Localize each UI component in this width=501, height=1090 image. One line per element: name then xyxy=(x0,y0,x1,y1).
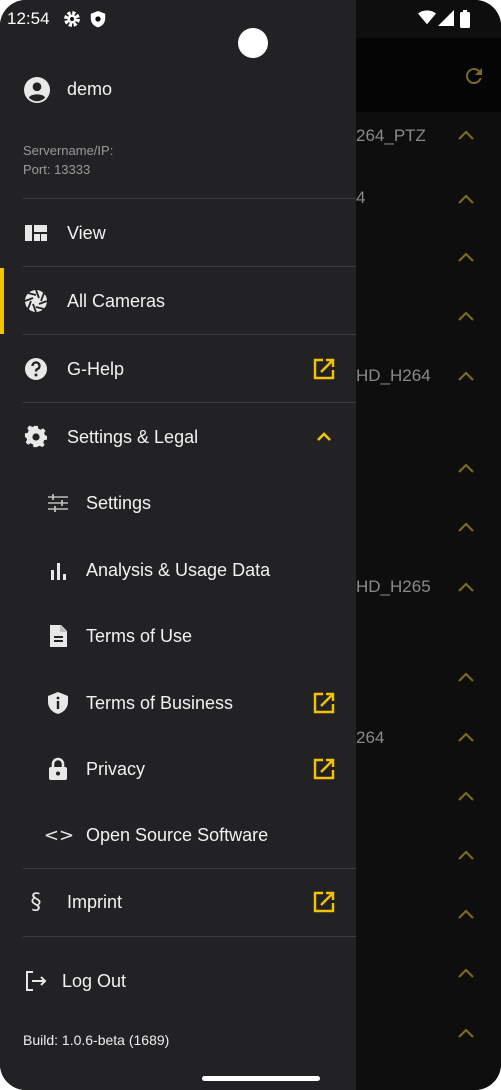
gear-icon xyxy=(64,11,80,27)
camera-name[interactable]: 264 xyxy=(356,728,384,748)
build-version: Build: 1.0.6-beta (1689) xyxy=(23,1032,170,1048)
section-sign-icon: § xyxy=(30,889,42,915)
server-name-label: Servername/IP: xyxy=(23,143,114,158)
menu-item-g-help[interactable]: G-Help xyxy=(0,339,356,399)
menu-item-label: Terms of Use xyxy=(86,625,193,646)
wifi-icon xyxy=(418,10,436,25)
menu-item-terms-of-business[interactable]: Terms of Business xyxy=(0,673,356,733)
menu-item-label: Analysis & Usage Data xyxy=(86,559,271,580)
chevron-up-icon[interactable] xyxy=(456,250,476,264)
chevron-up-icon[interactable] xyxy=(456,966,476,980)
external-link-icon xyxy=(313,891,335,913)
chevron-up-icon[interactable] xyxy=(456,730,476,744)
chevron-up-icon[interactable] xyxy=(456,461,476,475)
account-circle-icon xyxy=(24,77,50,103)
camera-name[interactable]: 4 xyxy=(356,188,365,208)
aperture-icon xyxy=(24,289,48,313)
menu-item-logout[interactable]: Log Out xyxy=(0,951,356,1011)
shield-icon xyxy=(90,11,106,28)
menu-item-analysis-usage[interactable]: Analysis & Usage Data xyxy=(0,540,356,600)
menu-item-label: Settings xyxy=(86,492,152,513)
lock-icon xyxy=(49,757,67,780)
chevron-up-icon[interactable] xyxy=(456,309,476,323)
view-grid-icon xyxy=(25,225,47,241)
menu-item-settings[interactable]: Settings xyxy=(0,473,356,533)
menu-item-label: Open Source Software xyxy=(86,824,269,845)
divider xyxy=(23,334,356,335)
chevron-up-icon[interactable] xyxy=(456,520,476,534)
chevron-up-icon xyxy=(317,432,331,441)
menu-item-terms-of-use[interactable]: Terms of Use xyxy=(0,606,356,666)
server-port-label: Port: 13333 xyxy=(23,162,91,177)
divider xyxy=(23,868,356,869)
code-brackets-icon: <> xyxy=(43,824,75,846)
front-camera-cutout xyxy=(238,28,268,58)
home-indicator[interactable] xyxy=(202,1076,320,1081)
divider xyxy=(23,266,356,267)
chevron-up-icon[interactable] xyxy=(456,670,476,684)
menu-item-label: Terms of Business xyxy=(86,692,234,713)
menu-item-label: Privacy xyxy=(86,758,146,779)
tune-sliders-icon xyxy=(48,494,68,512)
chevron-up-icon[interactable] xyxy=(456,1026,476,1040)
menu-item-label: Settings & Legal xyxy=(67,426,199,447)
divider xyxy=(23,198,356,199)
menu-item-label: View xyxy=(67,222,106,243)
divider xyxy=(23,936,356,937)
menu-item-settings-legal[interactable]: Settings & Legal xyxy=(0,407,356,467)
menu-item-label: Log Out xyxy=(62,970,127,991)
chevron-up-icon[interactable] xyxy=(456,907,476,921)
camera-name[interactable]: HD_H265 xyxy=(356,577,431,597)
camera-name[interactable]: HD_H264 xyxy=(356,366,431,386)
help-circle-icon xyxy=(25,358,47,380)
signal-icon xyxy=(438,10,454,26)
chevron-up-icon[interactable] xyxy=(456,580,476,594)
menu-item-privacy[interactable]: Privacy xyxy=(0,739,356,799)
logout-icon xyxy=(26,971,47,991)
gear-icon xyxy=(24,425,47,448)
menu-item-view[interactable]: View xyxy=(0,203,356,263)
menu-item-label: G-Help xyxy=(67,358,125,379)
battery-icon xyxy=(460,10,470,28)
menu-item-all-cameras[interactable]: All Cameras xyxy=(0,271,356,331)
menu-item-open-source[interactable]: <> Open Source Software xyxy=(0,805,356,865)
user-name: demo xyxy=(67,79,113,99)
chevron-up-icon[interactable] xyxy=(456,192,476,206)
chevron-up-icon[interactable] xyxy=(456,128,476,142)
menu-item-label: All Cameras xyxy=(67,290,166,311)
camera-name[interactable]: 264_PTZ xyxy=(356,126,426,146)
shield-info-icon xyxy=(48,692,68,714)
chevron-up-icon[interactable] xyxy=(456,789,476,803)
divider xyxy=(23,402,356,403)
external-link-icon xyxy=(313,758,335,780)
chevron-up-icon[interactable] xyxy=(456,369,476,383)
status-time: 12:54 xyxy=(7,9,50,28)
external-link-icon xyxy=(313,358,335,380)
phone-screen: 264_PTZ 4 HD_H264 HD_H265 264 demo Serve… xyxy=(0,0,501,1090)
navigation-drawer: demo Servername/IP: Port: 13333 View All… xyxy=(0,0,356,1090)
external-link-icon xyxy=(313,692,335,714)
document-icon xyxy=(50,625,67,647)
menu-item-imprint[interactable]: § Imprint xyxy=(0,872,356,932)
menu-item-label: Imprint xyxy=(67,891,123,912)
bar-chart-icon xyxy=(51,563,66,580)
refresh-icon[interactable] xyxy=(462,64,486,88)
chevron-up-icon[interactable] xyxy=(456,848,476,862)
